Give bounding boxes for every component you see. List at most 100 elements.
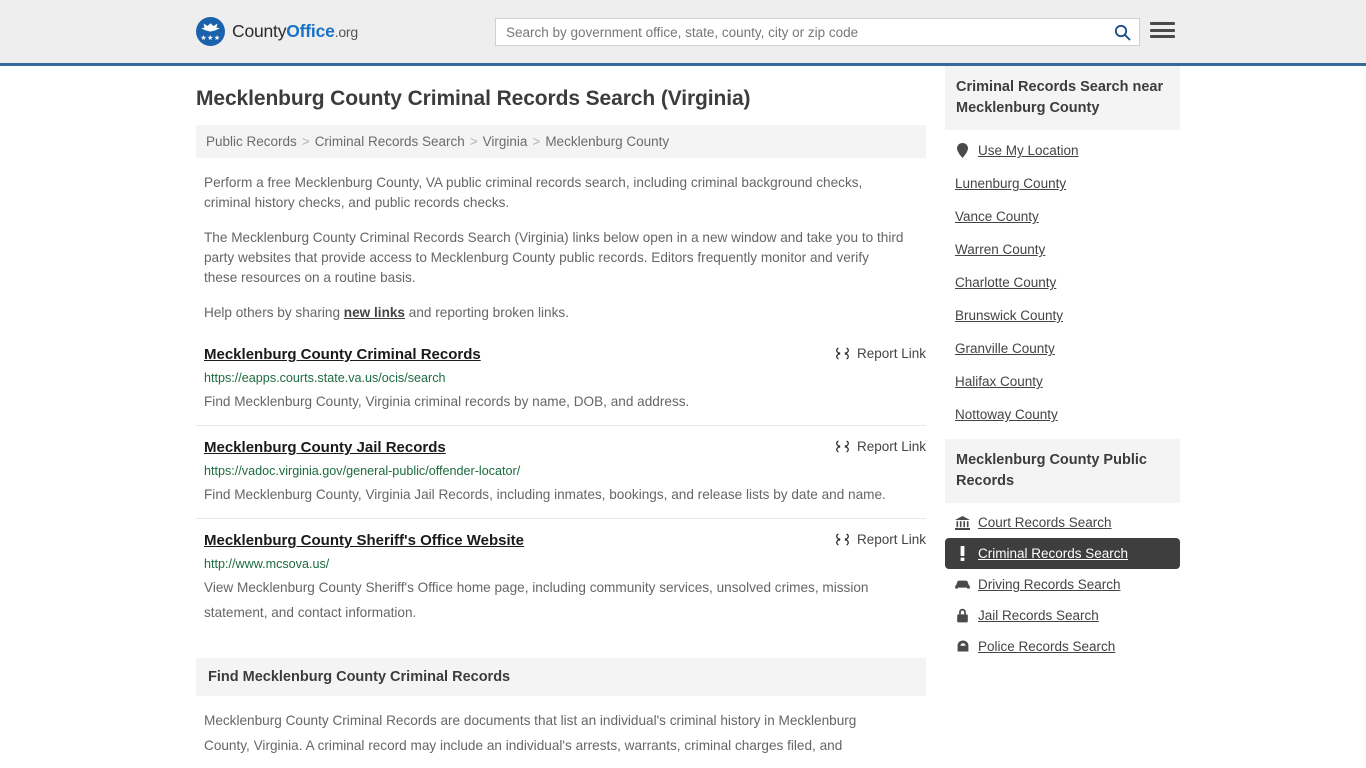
sidebar-item-court-records-search[interactable]: Court Records Search bbox=[945, 507, 1180, 538]
public-records-list: Court Records Search Criminal Records Se… bbox=[945, 503, 1180, 662]
sidebar-label: Halifax County bbox=[955, 374, 1043, 389]
result-item: Mecklenburg County Sheriff's Office Webs… bbox=[196, 531, 926, 636]
sidebar: Criminal Records Search near Mecklenburg… bbox=[945, 66, 1180, 670]
hamburger-bar-2 bbox=[1150, 28, 1175, 32]
result-title-link[interactable]: Mecklenburg County Sheriff's Office Webs… bbox=[204, 531, 524, 551]
map-pin-icon bbox=[955, 143, 970, 158]
intro-paragraph-1: Perform a free Mecklenburg County, VA pu… bbox=[204, 175, 863, 210]
sidebar-item-police-records-search[interactable]: Police Records Search bbox=[945, 631, 1180, 662]
hamburger-menu-icon[interactable] bbox=[1150, 20, 1175, 40]
logo-stars: ★★★ bbox=[200, 35, 221, 42]
sidebar-label: Driving Records Search bbox=[978, 577, 1121, 592]
result-description: Find Mecklenburg County, Virginia Jail R… bbox=[204, 487, 886, 502]
search-input[interactable] bbox=[496, 19, 1105, 45]
report-link-button[interactable]: Report Link bbox=[815, 439, 926, 454]
results-list: Mecklenburg County Criminal Records Repo… bbox=[196, 345, 926, 636]
breadcrumb: Public Records > Criminal Records Search… bbox=[196, 125, 926, 158]
intro-text: Perform a free Mecklenburg County, VA pu… bbox=[196, 173, 926, 323]
hamburger-bar-1 bbox=[1150, 22, 1175, 25]
sidebar-label: Use My Location bbox=[978, 143, 1079, 158]
result-url: https://eapps.courts.state.va.us/ocis/se… bbox=[204, 371, 446, 385]
result-url: https://vadoc.virginia.gov/general-publi… bbox=[204, 464, 521, 478]
sidebar-item-granville-county[interactable]: Granville County bbox=[945, 332, 1180, 365]
logo-text-county: County bbox=[232, 21, 287, 41]
page-title: Mecklenburg County Criminal Records Sear… bbox=[196, 87, 751, 110]
sidebar-label: Jail Records Search bbox=[978, 608, 1099, 623]
broken-link-icon bbox=[836, 533, 849, 546]
sidebar-item-criminal-records-search[interactable]: Criminal Records Search bbox=[945, 538, 1180, 569]
nearby-panel-heading: Criminal Records Search near Mecklenburg… bbox=[945, 66, 1180, 130]
sidebar-item-halifax-county[interactable]: Halifax County bbox=[945, 365, 1180, 398]
logo-text-org: .org bbox=[334, 24, 359, 40]
intro-p3-before: Help others by sharing bbox=[204, 305, 344, 320]
result-description: Find Mecklenburg County, Virginia crimin… bbox=[204, 394, 690, 409]
public-records-panel-heading: Mecklenburg County Public Records bbox=[945, 439, 1180, 503]
sidebar-item-charlotte-county[interactable]: Charlotte County bbox=[945, 266, 1180, 299]
intro-paragraph-2: The Mecklenburg County Criminal Records … bbox=[204, 230, 904, 285]
new-links-link[interactable]: new links bbox=[344, 305, 405, 320]
sidebar-item-lunenburg-county[interactable]: Lunenburg County bbox=[945, 167, 1180, 200]
search-button[interactable] bbox=[1105, 19, 1139, 45]
eagle-icon bbox=[201, 23, 220, 32]
result-title-link[interactable]: Mecklenburg County Jail Records bbox=[204, 438, 446, 458]
report-link-label: Report Link bbox=[856, 439, 926, 454]
police-badge-icon bbox=[955, 639, 970, 654]
page-body: Mecklenburg County Criminal Records Sear… bbox=[0, 66, 1366, 758]
breadcrumb-separator: > bbox=[469, 134, 478, 149]
logo-text-office: Office bbox=[286, 21, 335, 41]
search-bar bbox=[495, 18, 1140, 46]
sidebar-label: Charlotte County bbox=[955, 275, 1057, 290]
search-icon bbox=[1114, 24, 1130, 40]
sidebar-item-nottoway-county[interactable]: Nottoway County bbox=[945, 398, 1180, 431]
sidebar-label: Nottoway County bbox=[955, 407, 1058, 422]
sidebar-item-vance-county[interactable]: Vance County bbox=[945, 200, 1180, 233]
sidebar-item-jail-records-search[interactable]: Jail Records Search bbox=[945, 600, 1180, 631]
sidebar-label: Brunswick County bbox=[955, 308, 1064, 323]
sidebar-label: Granville County bbox=[955, 341, 1055, 356]
sidebar-item-driving-records-search[interactable]: Driving Records Search bbox=[945, 569, 1180, 600]
broken-link-icon bbox=[836, 440, 849, 453]
find-records-body: Mecklenburg County Criminal Records are … bbox=[196, 708, 926, 758]
site-logo[interactable]: ★★★ CountyOffice.org bbox=[196, 17, 358, 46]
breadcrumb-item-virginia[interactable]: Virginia bbox=[483, 134, 528, 149]
sidebar-label: Warren County bbox=[955, 242, 1046, 257]
result-item: Mecklenburg County Criminal Records Repo… bbox=[196, 345, 926, 426]
nearby-county-list: Use My Location Lunenburg County Vance C… bbox=[945, 130, 1180, 431]
breadcrumb-separator: > bbox=[301, 134, 310, 149]
sidebar-item-warren-county[interactable]: Warren County bbox=[945, 233, 1180, 266]
nearby-search-panel: Criminal Records Search near Mecklenburg… bbox=[945, 66, 1180, 431]
breadcrumb-separator: > bbox=[532, 134, 541, 149]
hamburger-bar-3 bbox=[1150, 35, 1175, 38]
breadcrumb-item-public-records[interactable]: Public Records bbox=[206, 134, 297, 149]
intro-p3-after: and reporting broken links. bbox=[405, 305, 569, 320]
county-office-logo-icon: ★★★ bbox=[196, 17, 225, 46]
broken-link-icon bbox=[836, 347, 849, 360]
report-link-button[interactable]: Report Link bbox=[815, 532, 926, 547]
result-title-link[interactable]: Mecklenburg County Criminal Records bbox=[204, 345, 481, 365]
sidebar-label: Lunenburg County bbox=[955, 176, 1067, 191]
courthouse-icon bbox=[955, 515, 970, 530]
logo-wordmark: CountyOffice.org bbox=[232, 21, 358, 42]
sidebar-label: Criminal Records Search bbox=[978, 546, 1129, 561]
main-column: Mecklenburg County Criminal Records Sear… bbox=[196, 66, 926, 758]
content-row: Mecklenburg County Criminal Records Sear… bbox=[196, 66, 1180, 758]
result-header: Mecklenburg County Sheriff's Office Webs… bbox=[204, 531, 926, 551]
car-icon bbox=[955, 577, 970, 592]
result-url: http://www.mcsova.us/ bbox=[204, 557, 330, 571]
lock-icon bbox=[955, 608, 970, 623]
breadcrumb-item-criminal-records-search[interactable]: Criminal Records Search bbox=[315, 134, 465, 149]
result-header: Mecklenburg County Jail Records Report L… bbox=[204, 438, 926, 458]
report-link-label: Report Link bbox=[856, 346, 926, 361]
sidebar-label: Police Records Search bbox=[978, 639, 1116, 654]
result-description: View Mecklenburg County Sheriff's Office… bbox=[204, 580, 869, 620]
breadcrumb-item-mecklenburg-county: Mecklenburg County bbox=[545, 134, 670, 149]
sidebar-item-brunswick-county[interactable]: Brunswick County bbox=[945, 299, 1180, 332]
find-records-paragraph: Mecklenburg County Criminal Records are … bbox=[204, 713, 857, 753]
exclamation-icon bbox=[955, 546, 970, 561]
report-link-button[interactable]: Report Link bbox=[815, 346, 926, 361]
sidebar-label: Court Records Search bbox=[978, 515, 1112, 530]
report-link-label: Report Link bbox=[856, 532, 926, 547]
sidebar-item-use-my-location[interactable]: Use My Location bbox=[945, 134, 1180, 167]
public-records-panel: Mecklenburg County Public Records Court … bbox=[945, 439, 1180, 662]
result-item: Mecklenburg County Jail Records Report L… bbox=[196, 438, 926, 519]
